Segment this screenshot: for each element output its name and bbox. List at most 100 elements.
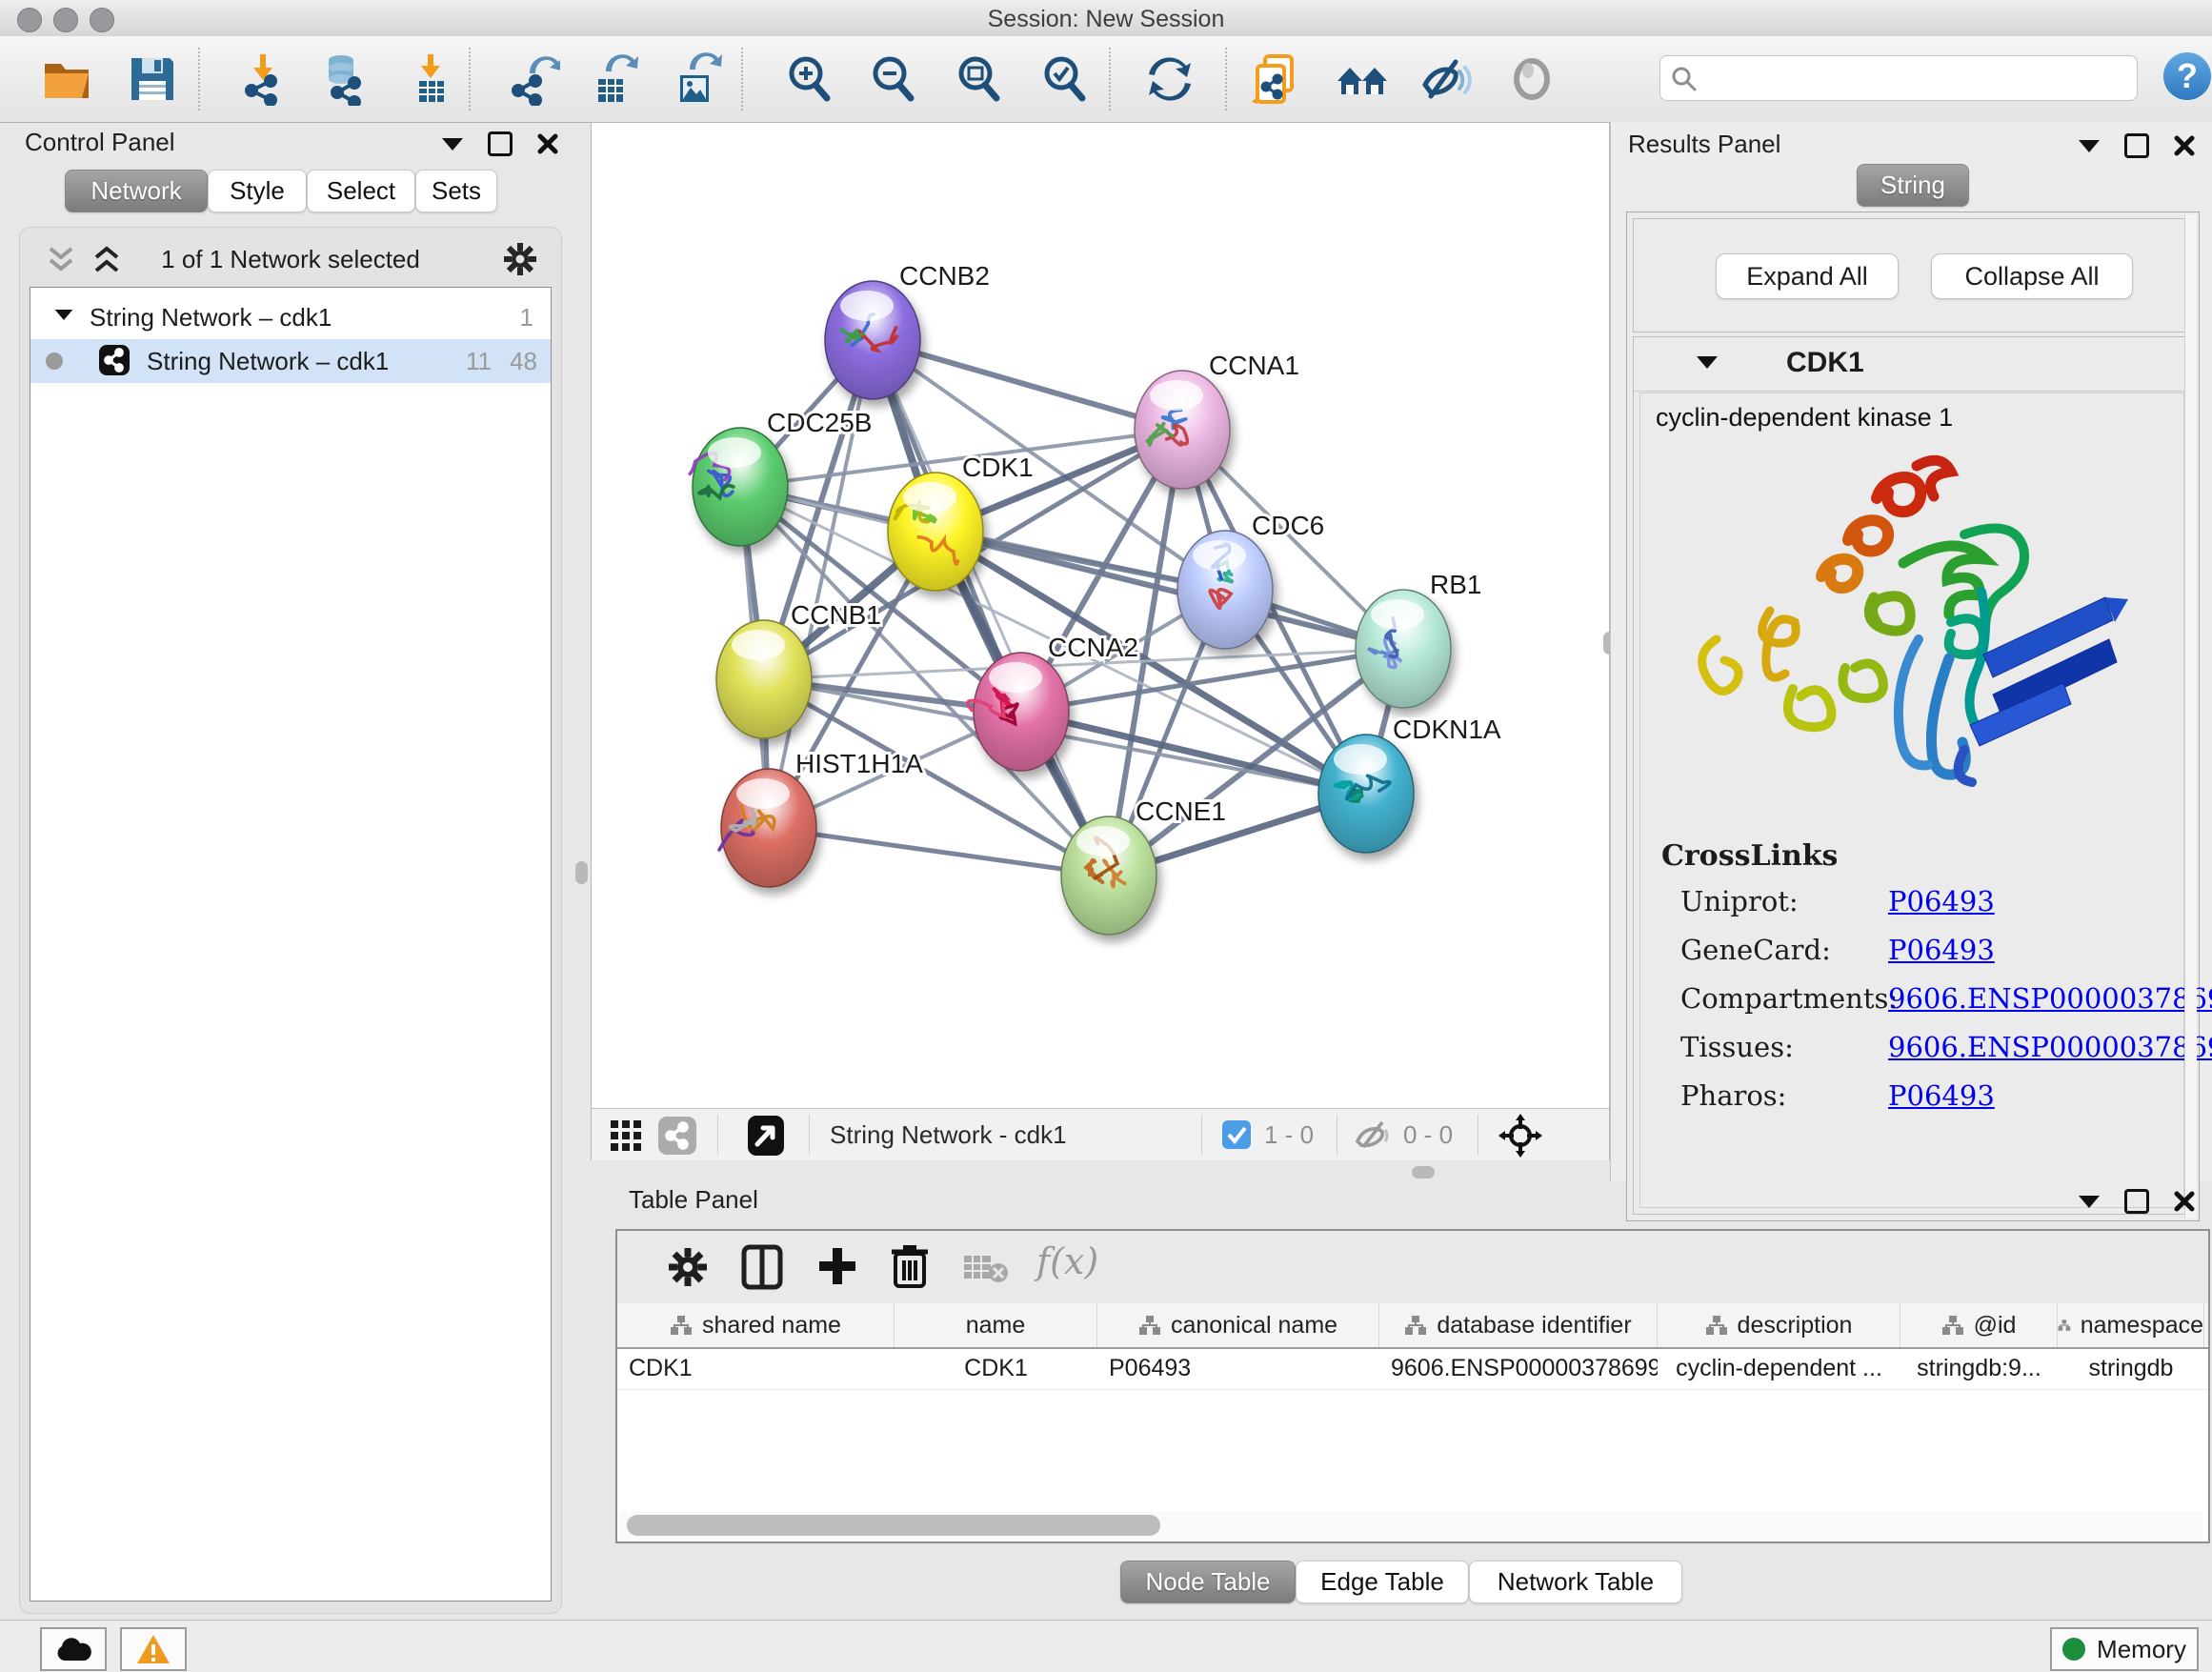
collection-expander-icon[interactable] (55, 310, 73, 320)
entry-expander-icon[interactable] (1697, 356, 1718, 369)
selected-checkbox-icon[interactable] (1222, 1120, 1251, 1149)
column-header--id[interactable]: @id (1900, 1303, 2058, 1347)
export-network-icon[interactable] (507, 52, 560, 106)
tab-node-table[interactable]: Node Table (1120, 1561, 1296, 1603)
float-panel-icon[interactable] (2124, 133, 2149, 158)
tab-select[interactable]: Select (307, 170, 415, 212)
panel-menu-icon[interactable] (2079, 1196, 2100, 1208)
zoom-in-icon[interactable] (783, 52, 836, 106)
network-share-badge-icon[interactable] (658, 1117, 696, 1155)
cytoscape-window: { "window": { "title": "Session: New Ses… (0, 0, 2212, 1671)
zoom-out-icon[interactable] (867, 52, 920, 106)
network-node-CCNB2[interactable]: CCNB2 (825, 261, 990, 399)
crosslink-label: Tissues: (1680, 1031, 1794, 1063)
tab-string[interactable]: String (1857, 164, 1969, 207)
crosslink-link[interactable]: 9606.ENSP00000378699 (1888, 1031, 2212, 1063)
close-panel-icon[interactable] (2174, 135, 2195, 156)
entry-name: CDK1 (1786, 347, 1864, 379)
column-header-description[interactable]: description (1658, 1303, 1900, 1347)
show-column-icon[interactable] (741, 1244, 783, 1290)
import-network-file-icon[interactable] (236, 52, 290, 106)
tab-network[interactable]: Network (65, 170, 208, 212)
entry-header[interactable]: CDK1 (1634, 337, 2190, 392)
export-table-icon[interactable] (587, 52, 640, 106)
network-canvas[interactable]: CCNB2CCNA1CDC25BCDK1CDC6RB1CCNB1CCNA2CDK… (592, 123, 1607, 1108)
table-cell[interactable]: cyclin-dependent ... (1658, 1347, 1900, 1389)
birds-eye-view-icon[interactable] (748, 1116, 784, 1156)
column-header-namespace[interactable]: namespace (2058, 1303, 2204, 1347)
column-header-canonical-name[interactable]: canonical name (1097, 1303, 1379, 1347)
import-network-database-icon[interactable] (316, 52, 370, 106)
tab-network-table[interactable]: Network Table (1469, 1561, 1682, 1603)
float-panel-icon[interactable] (2124, 1189, 2149, 1214)
tab-style[interactable]: Style (208, 170, 307, 212)
horizontal-splitter-handle[interactable] (1412, 1166, 1435, 1178)
help-icon[interactable]: ? (2161, 50, 2212, 103)
zoom-fit-icon[interactable] (953, 52, 1006, 106)
column-header-name[interactable]: name (895, 1303, 1097, 1347)
network-node-CDC6[interactable]: CDC6 (1177, 511, 1324, 649)
table-cell[interactable]: stringdb (2058, 1347, 2204, 1389)
column-header-database-identifier[interactable]: database identifier (1379, 1303, 1658, 1347)
tab-sets[interactable]: Sets (415, 170, 497, 212)
hide-selected-icon[interactable] (1419, 52, 1473, 106)
first-neighbors-icon[interactable] (1336, 52, 1389, 106)
table-cell[interactable]: CDK1 (617, 1347, 895, 1389)
crosslink-link[interactable]: P06493 (1888, 885, 1995, 917)
network-node-CCNA1[interactable]: CCNA1 (1135, 351, 1299, 489)
delete-column-trash-icon[interactable] (890, 1242, 930, 1290)
grid-view-icon[interactable] (609, 1118, 643, 1153)
table-scrollbar-thumb[interactable] (627, 1515, 1160, 1536)
crosslink-link[interactable]: 9606.ENSP00000378699 (1888, 982, 2212, 1015)
column-header-label: @id (1974, 1312, 2017, 1340)
show-all-icon[interactable] (1505, 52, 1558, 106)
network-node-CDKN1A[interactable]: CDKN1A (1318, 715, 1501, 853)
float-panel-icon[interactable] (488, 131, 513, 156)
panel-menu-icon[interactable] (442, 138, 463, 151)
column-type-icon (1404, 1315, 1427, 1336)
table-horizontal-scrollbar[interactable] (619, 1511, 2202, 1540)
node-label-CCNB2: CCNB2 (899, 261, 990, 291)
tab-edge-table[interactable]: Edge Table (1296, 1561, 1469, 1603)
network-row-selected[interactable]: String Network – cdk1 11 48 (30, 339, 551, 383)
search-box[interactable] (1659, 55, 2138, 101)
clone-network-icon[interactable] (1250, 52, 1303, 106)
export-image-icon[interactable] (671, 52, 724, 106)
refresh-icon[interactable] (1143, 52, 1196, 106)
results-scrollbar[interactable] (2184, 214, 2197, 1219)
control-panel-title: Control Panel (25, 128, 175, 157)
table-cell[interactable]: 9606.ENSP00000378699 (1379, 1347, 1658, 1389)
network-list-options-gear-icon[interactable] (502, 241, 538, 277)
search-input[interactable] (1704, 60, 2127, 94)
memory-button[interactable]: Memory (2050, 1627, 2199, 1671)
table-row[interactable]: CDK1CDK1P064939606.ENSP00000378699cyclin… (617, 1347, 2208, 1390)
zoom-selected-icon[interactable] (1038, 52, 1092, 106)
close-panel-icon[interactable] (2174, 1191, 2195, 1212)
column-header-shared-name[interactable]: shared name (617, 1303, 895, 1347)
table-options-gear-icon[interactable] (667, 1246, 709, 1288)
network-collection-row[interactable]: String Network – cdk1 1 (30, 295, 551, 339)
cloud-button[interactable] (40, 1627, 107, 1671)
collapse-all-button[interactable]: Collapse All (1931, 253, 2133, 299)
crosslink-link[interactable]: P06493 (1888, 934, 1995, 966)
network-node-RB1[interactable]: RB1 (1356, 570, 1481, 708)
network-node-CCNE1[interactable]: CCNE1 (1061, 796, 1226, 935)
save-session-icon[interactable] (126, 52, 179, 106)
expand-all-button[interactable]: Expand All (1716, 253, 1899, 299)
warnings-button[interactable] (120, 1627, 187, 1671)
table-cell[interactable]: P06493 (1097, 1347, 1379, 1389)
create-column-icon[interactable] (815, 1244, 859, 1288)
import-table-icon[interactable] (404, 52, 457, 106)
table-cell[interactable]: stringdb:9... (1900, 1347, 2058, 1389)
fit-selected-crosshair-icon[interactable] (1498, 1114, 1542, 1158)
panel-menu-icon[interactable] (2079, 140, 2100, 152)
left-splitter-handle[interactable] (575, 861, 588, 884)
crosslink-link[interactable]: P06493 (1888, 1079, 1995, 1112)
network-node-HIST1H1A[interactable]: HIST1H1A (719, 749, 923, 887)
hidden-eye-icon[interactable] (1354, 1118, 1392, 1151)
open-file-icon[interactable] (40, 52, 93, 106)
network-node-CDK1[interactable]: CDK1 (888, 453, 1034, 591)
table-cell[interactable]: CDK1 (895, 1347, 1097, 1389)
close-panel-icon[interactable] (537, 133, 558, 154)
network-tab-content: 1 of 1 Network selected String Network (19, 227, 562, 1614)
